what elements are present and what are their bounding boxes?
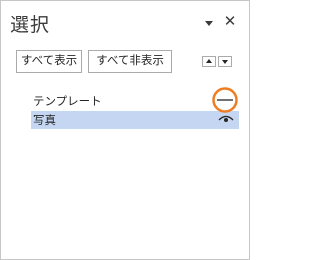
layer-label: テンプレート [33,94,102,108]
triangle-up-icon [206,59,212,63]
hide-all-button[interactable]: すべて非表示 [88,50,172,73]
close-icon[interactable]: ✕ [221,12,239,30]
layer-row-template[interactable]: テンプレート [31,92,239,110]
chevron-down-icon[interactable] [205,21,213,26]
selection-pane: 選択 ✕ すべて表示 すべて非表示 テンプレート 写真 [0,0,250,260]
layer-label: 写真 [33,113,56,127]
bring-forward-button[interactable] [202,56,216,67]
pane-title: 選択 [10,14,51,36]
triangle-down-icon [222,60,228,64]
layer-row-photo[interactable]: 写真 [31,111,239,129]
visibility-hidden-icon[interactable] [212,87,238,113]
eye-icon[interactable] [218,113,234,125]
send-backward-button[interactable] [218,56,232,67]
show-all-button[interactable]: すべて表示 [16,50,82,73]
